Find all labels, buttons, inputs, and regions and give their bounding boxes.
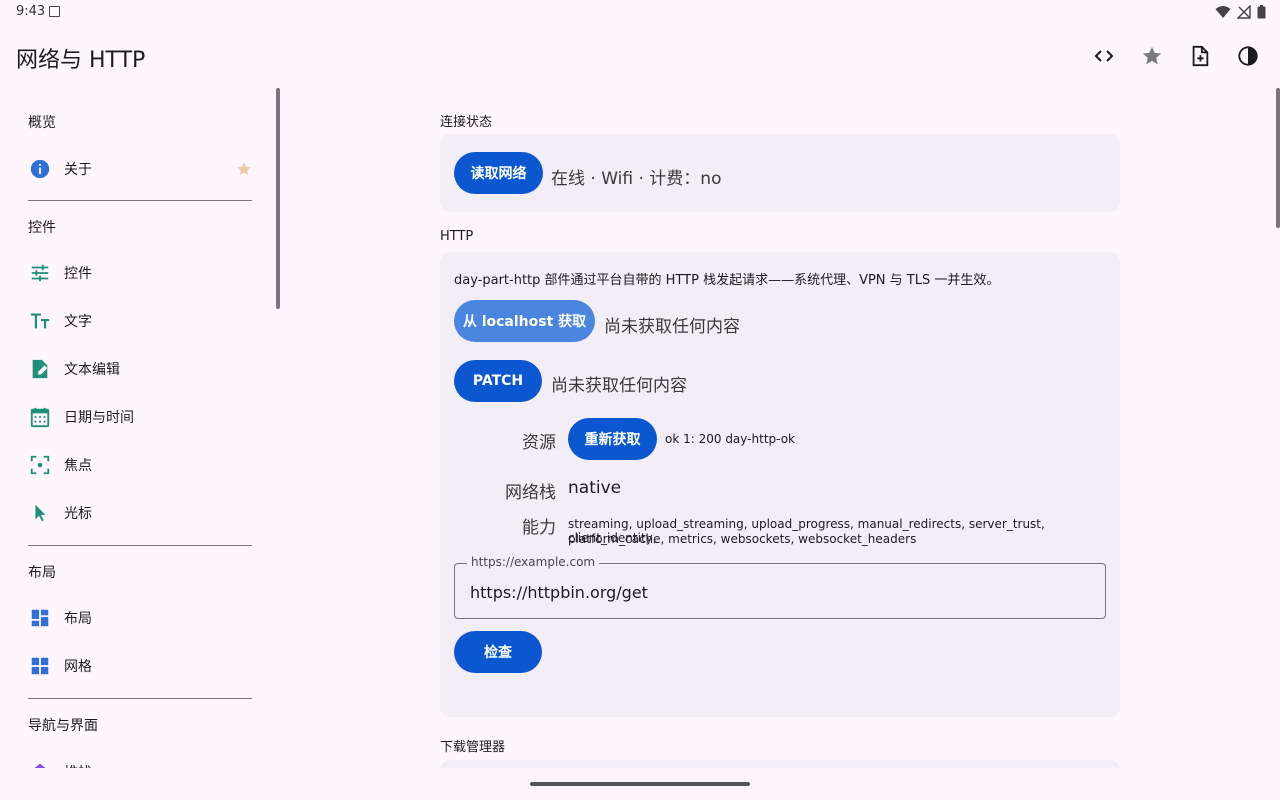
sidebar-item-focus[interactable]: 焦点 <box>28 447 252 483</box>
check-button[interactable]: 检查 <box>454 631 542 673</box>
note-add-icon <box>1192 45 1209 67</box>
section-title-http: HTTP <box>440 229 474 244</box>
url-field-label: https://example.com <box>467 555 600 569</box>
sidebar-item-label: 文字 <box>64 314 92 330</box>
resource-label: 资源 <box>522 433 556 453</box>
status-icons <box>1215 5 1266 19</box>
sidebar-scrollbar[interactable] <box>276 88 280 309</box>
screenshot-notification-icon <box>49 6 60 17</box>
sidebar-item-label: 光标 <box>64 506 92 522</box>
sidebar-divider <box>28 545 252 546</box>
star-icon <box>1142 46 1162 65</box>
url-input[interactable] <box>470 578 1090 606</box>
downloads-card <box>440 760 1120 768</box>
fetch-localhost-button[interactable]: 从 localhost 获取 <box>454 300 595 342</box>
sidebar-item-label: 布局 <box>64 611 92 627</box>
main-content: 连接状态 读取网络 在线 · Wifi · 计费：no HTTP day-par… <box>440 88 1120 768</box>
network-stack-label: 网络栈 <box>505 483 556 503</box>
page-title: 网络与 HTTP <box>16 48 146 73</box>
battery-icon <box>1257 5 1266 19</box>
theme-toggle-button[interactable] <box>1232 40 1264 72</box>
sidebar-item-label: 网格 <box>64 659 92 675</box>
info-icon <box>28 157 52 181</box>
signal-icon <box>1237 5 1251 19</box>
resource-value: ok 1: 200 day-http-ok <box>665 432 795 446</box>
sidebar-divider <box>28 200 252 201</box>
patch-button[interactable]: PATCH <box>454 360 542 402</box>
favorite-button[interactable] <box>1136 40 1168 72</box>
sidebar-item-text[interactable]: 文字 <box>28 303 252 339</box>
sidebar-item-label: 焦点 <box>64 458 92 474</box>
capabilities-line-2: platform_cache, metrics, websockets, web… <box>568 532 917 546</box>
fetch-result-text: 尚未获取任何内容 <box>604 317 740 337</box>
sidebar-item-controls[interactable]: 控件 <box>28 255 252 291</box>
main-scrollbar[interactable] <box>1276 88 1280 228</box>
new-document-button[interactable] <box>1184 40 1216 72</box>
section-title-downloads: 下载管理器 <box>440 740 506 755</box>
sidebar-item-label: 关于 <box>64 162 92 178</box>
toolbar-actions <box>1088 40 1264 72</box>
dashboard-icon <box>28 606 52 630</box>
http-card: day-part-http 部件通过平台自带的 HTTP 栈发起请求——系统代理… <box>440 252 1120 717</box>
calendar-icon <box>28 405 52 429</box>
refetch-button[interactable]: 重新获取 <box>568 418 657 460</box>
http-description: day-part-http 部件通过平台自带的 HTTP 栈发起请求——系统代理… <box>454 273 1000 288</box>
connection-card: 读取网络 在线 · Wifi · 计费：no <box>440 134 1120 212</box>
favorite-star-icon <box>236 161 252 181</box>
contrast-icon <box>1238 46 1258 66</box>
grid-icon <box>28 654 52 678</box>
code-icon <box>1094 50 1114 62</box>
sidebar-item-layout[interactable]: 布局 <box>28 600 252 636</box>
status-bar: 9:43 <box>0 0 1280 24</box>
status-time: 9:43 <box>16 4 46 19</box>
connection-status-text: 在线 · Wifi · 计费：no <box>551 169 722 189</box>
patch-result-text: 尚未获取任何内容 <box>551 376 687 396</box>
sidebar-item-grid[interactable]: 网格 <box>28 648 252 684</box>
sidebar-item-date-time[interactable]: 日期与时间 <box>28 399 252 435</box>
sidebar-section-title: 概览 <box>28 115 56 131</box>
edit-note-icon <box>28 357 52 381</box>
wifi-icon <box>1215 6 1231 18</box>
text-fields-icon <box>28 309 52 333</box>
view-source-button[interactable] <box>1088 40 1120 72</box>
url-field[interactable]: https://example.com <box>454 555 1106 619</box>
sidebar-section-title: 导航与界面 <box>28 718 98 734</box>
tune-icon <box>28 261 52 285</box>
sidebar-item-stack[interactable]: 堆栈 <box>28 754 252 768</box>
sidebar-item-text-editing[interactable]: 文本编辑 <box>28 351 252 387</box>
network-stack-value: native <box>568 478 622 498</box>
sidebar-item-label: 控件 <box>64 266 92 282</box>
sidebar-item-cursor[interactable]: 光标 <box>28 495 252 531</box>
sidebar-item-label: 日期与时间 <box>64 410 134 426</box>
capabilities-label: 能力 <box>522 518 556 538</box>
read-network-button[interactable]: 读取网络 <box>454 152 543 194</box>
cursor-icon <box>28 501 52 525</box>
sidebar: 概览 关于 控件 控件 文字 文本编辑 日期与时间 焦点 光标 布局 布局 网格… <box>0 88 280 768</box>
sidebar-item-label: 堆栈 <box>64 762 92 768</box>
section-title-connection: 连接状态 <box>440 115 493 130</box>
sidebar-item-label: 文本编辑 <box>64 362 120 378</box>
sidebar-section-title: 控件 <box>28 220 56 236</box>
sidebar-divider <box>28 698 252 699</box>
gesture-home-bar[interactable] <box>530 782 750 786</box>
sidebar-item-about[interactable]: 关于 <box>28 151 252 187</box>
center-focus-icon <box>28 453 52 477</box>
sidebar-section-title: 布局 <box>28 565 56 581</box>
layers-icon <box>28 760 52 768</box>
